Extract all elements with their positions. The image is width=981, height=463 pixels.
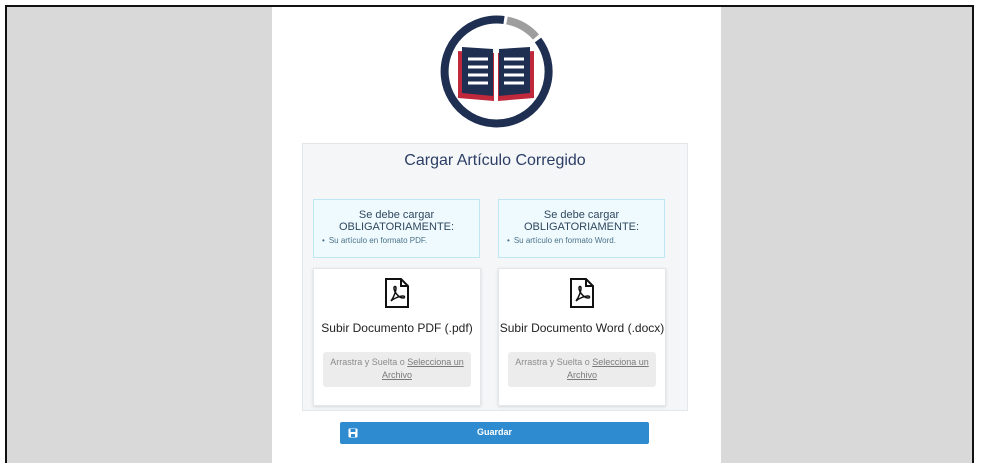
book-logo-icon [440,15,553,128]
word-upload-card[interactable]: Subir Documento Word (.docx) Arrastra y … [498,268,666,406]
pdf-requirement-box: Se debe cargar OBLIGATORIAMENTE: • Su art… [313,199,480,258]
upload-panel: Cargar Artículo Corregido Se debe cargar… [302,143,688,411]
save-label: Guardar [476,427,512,437]
requirement-item: • Su artículo en formato Word. [507,236,616,245]
requirement-heading: Se debe cargar [358,209,435,221]
save-button[interactable]: Guardar [340,422,649,444]
requirement-heading-strong: OBLIGATORIAMENTE: [338,221,455,233]
dropzone-text: Arrastra y Suelta o [515,357,590,367]
requirement-item: • Su artículo en formato PDF. [322,236,428,245]
requirement-item-text: Su artículo en formato PDF. [328,236,428,245]
pdf-dropzone[interactable]: Arrastra y Suelta o Selecciona un Archiv… [323,352,471,387]
word-upload-title: Subir Documento Word (.docx) [499,321,665,335]
pdf-upload-title: Subir Documento PDF (.pdf) [321,321,473,335]
pdf-upload-card[interactable]: Subir Documento PDF (.pdf) Arrastra y Su… [313,268,481,406]
requirement-heading-strong: OBLIGATORIAMENTE: [523,221,640,233]
browser-frame: Cargar Artículo Corregido Se debe cargar… [5,5,974,463]
word-dropzone[interactable]: Arrastra y Suelta o Selecciona un Archiv… [508,352,656,387]
dropzone-text: Arrastra y Suelta o [330,357,405,367]
pdf-file-icon [385,278,409,308]
panel-title: Cargar Artículo Corregido [404,152,586,169]
word-requirement-box: Se debe cargar OBLIGATORIAMENTE: • Su art… [498,199,665,258]
pdf-file-icon [570,278,594,308]
page-container: Cargar Artículo Corregido Se debe cargar… [272,7,721,463]
requirement-heading: Se debe cargar [543,209,620,221]
requirement-item-text: Su artículo en formato Word. [513,236,616,245]
